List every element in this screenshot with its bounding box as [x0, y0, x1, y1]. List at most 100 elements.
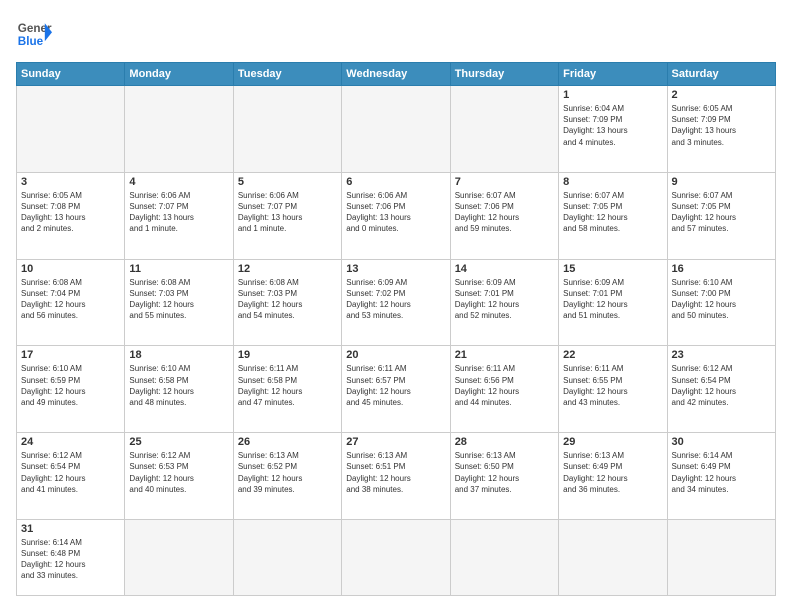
- day-number: 6: [346, 176, 445, 188]
- day-number: 18: [129, 349, 228, 361]
- calendar-cell: [17, 86, 125, 173]
- day-header-friday: Friday: [559, 63, 667, 86]
- day-number: 28: [455, 436, 554, 448]
- day-header-saturday: Saturday: [667, 63, 775, 86]
- day-number: 29: [563, 436, 662, 448]
- day-number: 11: [129, 263, 228, 275]
- day-info: Sunrise: 6:10 AM Sunset: 6:59 PM Dayligh…: [21, 363, 120, 408]
- calendar-cell: 1 Sunrise: 6:04 AM Sunset: 7:09 PM Daylig…: [559, 86, 667, 173]
- day-info: Sunrise: 6:09 AM Sunset: 7:01 PM Dayligh…: [563, 277, 662, 322]
- day-header-monday: Monday: [125, 63, 233, 86]
- calendar-cell: 27 Sunrise: 6:13 AM Sunset: 6:51 PM Dayli…: [342, 433, 450, 520]
- calendar-cell: 26 Sunrise: 6:13 AM Sunset: 6:52 PM Dayli…: [233, 433, 341, 520]
- calendar-cell: 6 Sunrise: 6:06 AM Sunset: 7:06 PM Daylig…: [342, 172, 450, 259]
- calendar-cell: 31Sunrise: 6:14 AM Sunset: 6:48 PM Dayli…: [17, 519, 125, 595]
- day-info: Sunrise: 6:05 AM Sunset: 7:09 PM Dayligh…: [672, 103, 771, 148]
- day-info: Sunrise: 6:11 AM Sunset: 6:57 PM Dayligh…: [346, 363, 445, 408]
- page: General Blue SundayMondayTuesdayWednesda…: [0, 0, 792, 612]
- day-number: 21: [455, 349, 554, 361]
- calendar-cell: 11Sunrise: 6:08 AM Sunset: 7:03 PM Dayli…: [125, 259, 233, 346]
- calendar-cell: 2 Sunrise: 6:05 AM Sunset: 7:09 PM Daylig…: [667, 86, 775, 173]
- calendar-cell: [450, 86, 558, 173]
- day-number: 10: [21, 263, 120, 275]
- day-number: 12: [238, 263, 337, 275]
- day-info: Sunrise: 6:10 AM Sunset: 7:00 PM Dayligh…: [672, 277, 771, 322]
- day-number: 22: [563, 349, 662, 361]
- day-info: Sunrise: 6:07 AM Sunset: 7:05 PM Dayligh…: [563, 190, 662, 235]
- day-number: 9: [672, 176, 771, 188]
- calendar-cell: 29Sunrise: 6:13 AM Sunset: 6:49 PM Dayli…: [559, 433, 667, 520]
- day-number: 2: [672, 89, 771, 101]
- day-info: Sunrise: 6:11 AM Sunset: 6:55 PM Dayligh…: [563, 363, 662, 408]
- day-number: 25: [129, 436, 228, 448]
- day-number: 17: [21, 349, 120, 361]
- calendar-cell: [450, 519, 558, 595]
- day-number: 19: [238, 349, 337, 361]
- day-header-tuesday: Tuesday: [233, 63, 341, 86]
- calendar-table: SundayMondayTuesdayWednesdayThursdayFrid…: [16, 62, 776, 596]
- day-number: 4: [129, 176, 228, 188]
- calendar-cell: 14Sunrise: 6:09 AM Sunset: 7:01 PM Dayli…: [450, 259, 558, 346]
- calendar-cell: 3 Sunrise: 6:05 AM Sunset: 7:08 PM Daylig…: [17, 172, 125, 259]
- calendar-cell: 5 Sunrise: 6:06 AM Sunset: 7:07 PM Daylig…: [233, 172, 341, 259]
- calendar-cell: [559, 519, 667, 595]
- day-number: 16: [672, 263, 771, 275]
- day-number: 13: [346, 263, 445, 275]
- day-info: Sunrise: 6:12 AM Sunset: 6:54 PM Dayligh…: [21, 450, 120, 495]
- day-number: 26: [238, 436, 337, 448]
- day-info: Sunrise: 6:09 AM Sunset: 7:02 PM Dayligh…: [346, 277, 445, 322]
- day-number: 27: [346, 436, 445, 448]
- calendar-cell: 4 Sunrise: 6:06 AM Sunset: 7:07 PM Daylig…: [125, 172, 233, 259]
- header: General Blue: [16, 16, 776, 52]
- calendar-cell: 30Sunrise: 6:14 AM Sunset: 6:49 PM Dayli…: [667, 433, 775, 520]
- day-number: 14: [455, 263, 554, 275]
- calendar-cell: 8 Sunrise: 6:07 AM Sunset: 7:05 PM Daylig…: [559, 172, 667, 259]
- calendar-week-row: 17 Sunrise: 6:10 AM Sunset: 6:59 PM Dayli…: [17, 346, 776, 433]
- day-number: 8: [563, 176, 662, 188]
- calendar-cell: 10 Sunrise: 6:08 AM Sunset: 7:04 PM Dayli…: [17, 259, 125, 346]
- calendar-cell: 12Sunrise: 6:08 AM Sunset: 7:03 PM Dayli…: [233, 259, 341, 346]
- day-info: Sunrise: 6:06 AM Sunset: 7:06 PM Dayligh…: [346, 190, 445, 235]
- day-info: Sunrise: 6:06 AM Sunset: 7:07 PM Dayligh…: [129, 190, 228, 235]
- logo: General Blue: [16, 16, 52, 52]
- day-number: 15: [563, 263, 662, 275]
- calendar-week-row: 3 Sunrise: 6:05 AM Sunset: 7:08 PM Daylig…: [17, 172, 776, 259]
- day-info: Sunrise: 6:13 AM Sunset: 6:51 PM Dayligh…: [346, 450, 445, 495]
- day-number: 3: [21, 176, 120, 188]
- calendar-cell: [125, 86, 233, 173]
- calendar-cell: 17 Sunrise: 6:10 AM Sunset: 6:59 PM Dayli…: [17, 346, 125, 433]
- day-info: Sunrise: 6:14 AM Sunset: 6:49 PM Dayligh…: [672, 450, 771, 495]
- day-info: Sunrise: 6:12 AM Sunset: 6:53 PM Dayligh…: [129, 450, 228, 495]
- calendar-cell: 25 Sunrise: 6:12 AM Sunset: 6:53 PM Dayli…: [125, 433, 233, 520]
- calendar-cell: 13 Sunrise: 6:09 AM Sunset: 7:02 PM Dayli…: [342, 259, 450, 346]
- day-number: 31: [21, 523, 120, 535]
- calendar-cell: [667, 519, 775, 595]
- calendar-cell: [125, 519, 233, 595]
- day-info: Sunrise: 6:05 AM Sunset: 7:08 PM Dayligh…: [21, 190, 120, 235]
- day-info: Sunrise: 6:07 AM Sunset: 7:06 PM Dayligh…: [455, 190, 554, 235]
- day-number: 5: [238, 176, 337, 188]
- day-number: 23: [672, 349, 771, 361]
- day-number: 7: [455, 176, 554, 188]
- day-info: Sunrise: 6:13 AM Sunset: 6:52 PM Dayligh…: [238, 450, 337, 495]
- calendar-cell: [342, 86, 450, 173]
- day-info: Sunrise: 6:07 AM Sunset: 7:05 PM Dayligh…: [672, 190, 771, 235]
- calendar-cell: 15 Sunrise: 6:09 AM Sunset: 7:01 PM Dayli…: [559, 259, 667, 346]
- calendar-cell: 20Sunrise: 6:11 AM Sunset: 6:57 PM Dayli…: [342, 346, 450, 433]
- calendar-cell: 22 Sunrise: 6:11 AM Sunset: 6:55 PM Dayli…: [559, 346, 667, 433]
- day-info: Sunrise: 6:04 AM Sunset: 7:09 PM Dayligh…: [563, 103, 662, 148]
- calendar-week-row: 10 Sunrise: 6:08 AM Sunset: 7:04 PM Dayli…: [17, 259, 776, 346]
- calendar-cell: 21Sunrise: 6:11 AM Sunset: 6:56 PM Dayli…: [450, 346, 558, 433]
- calendar-cell: 18Sunrise: 6:10 AM Sunset: 6:58 PM Dayli…: [125, 346, 233, 433]
- calendar-cell: [233, 519, 341, 595]
- svg-text:Blue: Blue: [18, 35, 44, 48]
- day-info: Sunrise: 6:06 AM Sunset: 7:07 PM Dayligh…: [238, 190, 337, 235]
- day-number: 24: [21, 436, 120, 448]
- calendar-header-row: SundayMondayTuesdayWednesdayThursdayFrid…: [17, 63, 776, 86]
- calendar-cell: [342, 519, 450, 595]
- calendar-week-row: 24 Sunrise: 6:12 AM Sunset: 6:54 PM Dayli…: [17, 433, 776, 520]
- day-info: Sunrise: 6:08 AM Sunset: 7:04 PM Dayligh…: [21, 277, 120, 322]
- calendar-cell: [233, 86, 341, 173]
- day-number: 1: [563, 89, 662, 101]
- calendar-cell: 16 Sunrise: 6:10 AM Sunset: 7:00 PM Dayli…: [667, 259, 775, 346]
